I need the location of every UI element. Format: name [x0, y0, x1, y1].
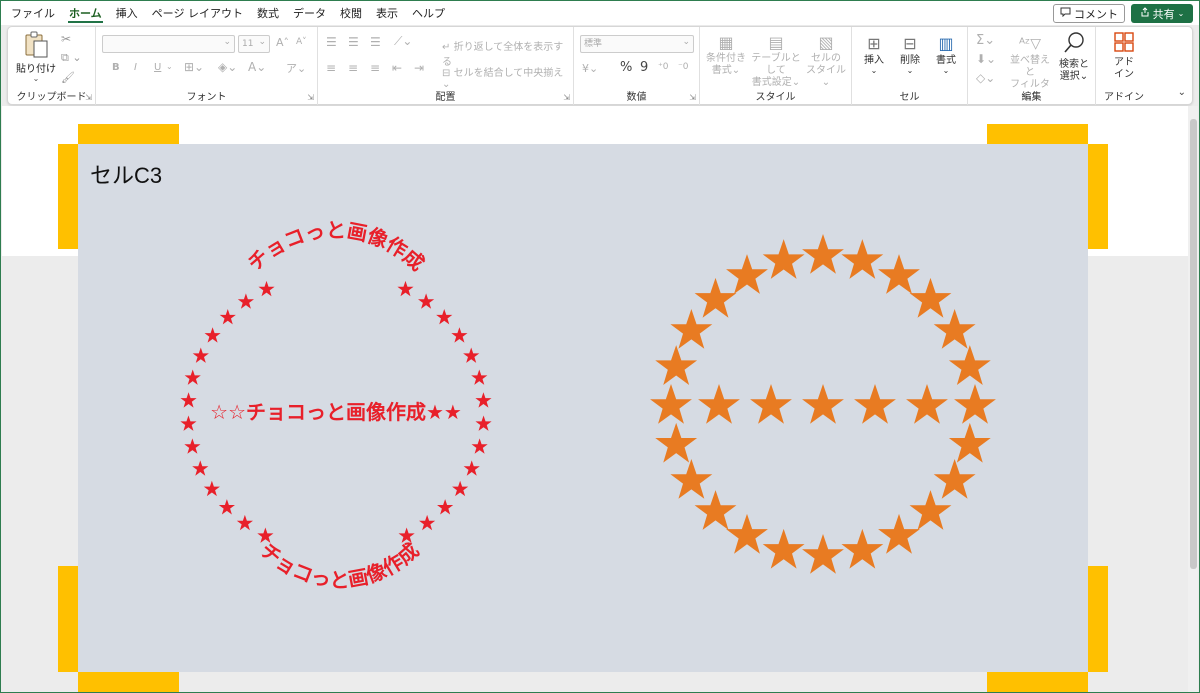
- orange-ring-star: [762, 528, 805, 569]
- red-star: [471, 369, 488, 385]
- badge-text-top: チョコっと画像作成: [243, 218, 429, 275]
- orange-ring-star: [694, 277, 737, 318]
- badge-text-bottom-path: チョコっと画像作成: [255, 538, 423, 592]
- orange-ring-star: [726, 254, 768, 294]
- orange-ring-star: [841, 528, 884, 569]
- badge-text-middle: ☆☆チョコっと画像作成★★: [210, 400, 462, 424]
- badge-artwork: チョコっと画像作成 チョコっと画像作成 ☆☆チョコっと画像作成★★: [180, 218, 996, 592]
- orange-ring-star: [802, 534, 844, 574]
- orange-ring-star: [802, 234, 844, 274]
- red-star: [451, 327, 468, 343]
- red-star: [218, 499, 235, 515]
- orange-ring-star: [726, 513, 768, 554]
- red-star: [436, 309, 453, 325]
- orange-ring-star: [948, 345, 991, 385]
- orange-ring-star: [878, 254, 920, 294]
- red-star: [204, 327, 221, 343]
- red-star: [463, 460, 480, 476]
- orange-ring-star: [655, 422, 698, 463]
- red-star: [192, 460, 209, 476]
- badge-text-bottom: チョコっと画像作成: [255, 538, 423, 592]
- orange-ring-star: [670, 459, 713, 499]
- red-star: [258, 280, 275, 297]
- orange-row-star: [854, 384, 896, 424]
- orange-row-star: [906, 384, 948, 424]
- orange-ring-star: [933, 459, 976, 499]
- excel-window: ファイル ホーム 挿入 ページ レイアウト 数式 データ 校閲 表示 ヘルプ コ…: [0, 0, 1200, 693]
- orange-ring-star: [650, 384, 692, 424]
- red-star: [419, 514, 436, 531]
- badge-text-top-path: チョコっと画像作成: [243, 218, 429, 275]
- orange-ring-star: [909, 277, 952, 318]
- red-star: [184, 438, 201, 454]
- red-star: [237, 293, 254, 309]
- red-star: [463, 347, 480, 363]
- orange-ring-star: [762, 239, 805, 279]
- orange-ring-star: [878, 513, 920, 554]
- red-star: [475, 392, 492, 408]
- red-star: [471, 438, 488, 454]
- red-star: [180, 415, 197, 431]
- orange-row-star: [698, 384, 740, 424]
- orange-ring-star: [954, 384, 996, 424]
- orange-ring-star: [948, 422, 991, 463]
- orange-row-star: [750, 384, 792, 424]
- red-star: [192, 347, 209, 363]
- red-star: [475, 415, 492, 431]
- red-star: [452, 480, 469, 497]
- red-star: [184, 369, 201, 385]
- orange-star-badge: [650, 234, 996, 574]
- red-star: [437, 499, 454, 515]
- red-star: [236, 514, 253, 531]
- red-star: [180, 392, 197, 408]
- orange-ring-star: [655, 345, 698, 385]
- orange-row-star: [802, 384, 844, 424]
- red-star: [418, 293, 435, 309]
- red-star: [219, 309, 236, 325]
- red-star: [397, 280, 414, 297]
- orange-ring-star: [841, 239, 884, 279]
- red-star: [203, 480, 220, 497]
